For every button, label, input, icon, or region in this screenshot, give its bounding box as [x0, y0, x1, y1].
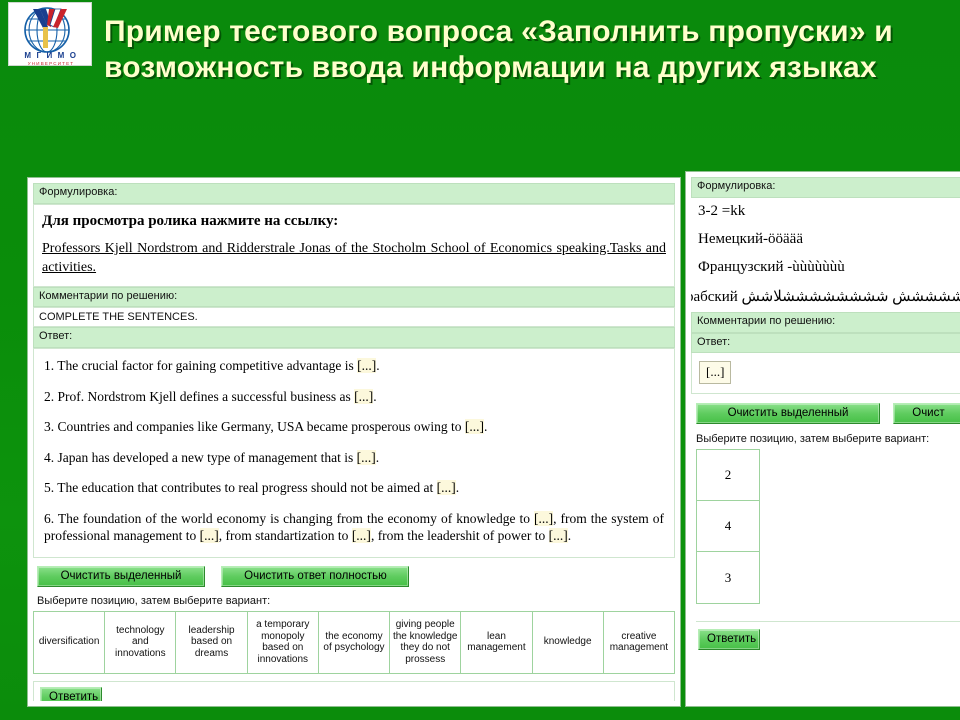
answer-line[interactable]: 2. Prof. Nordstrom Kjell defines a succe… — [44, 388, 664, 406]
answer-line[interactable]: 4. Japan has developed a new type of man… — [44, 449, 664, 467]
right-button-row: Очистить выделенный Очист — [691, 394, 960, 431]
answer-blank-chip[interactable]: [...] — [699, 361, 732, 385]
left-button-row: Очистить выделенный Очистить ответ полно… — [33, 558, 675, 593]
right-formula-body[interactable]: 3-2 =kk Немецкий-ööäää Французский -ùùùù… — [691, 198, 960, 312]
left-answer-label: Ответ: — [33, 327, 675, 349]
left-comments-value: COMPLETE THE SENTENCES. — [33, 307, 675, 328]
option-cell[interactable]: a temporary monopoly based on innovation… — [246, 610, 319, 674]
table-row: diversification technology and innovatio… — [33, 610, 675, 674]
options-table: diversification technology and innovatio… — [33, 610, 675, 674]
arabic-text: ششششش ششششششششلاشش — [741, 288, 960, 305]
right-formulation-label: Формулировка: — [691, 177, 960, 198]
option-cell[interactable]: knowledge — [531, 610, 604, 674]
answer-line[interactable]: 3. Countries and companies like Germany,… — [44, 418, 664, 436]
right-question-panel: Формулировка: 3-2 =kk Немецкий-ööäää Фра… — [685, 171, 960, 707]
submit-button[interactable]: Ответить — [40, 686, 102, 701]
clear-all-button[interactable]: Очист — [893, 403, 960, 425]
left-question-body: Для просмотра ролика нажмите на ссылку: … — [33, 203, 675, 287]
left-question-title: Для просмотра ролика нажмите на ссылку: — [42, 212, 339, 229]
right-answer-label: Ответ: — [691, 332, 960, 354]
left-choose-hint: Выберите позицию, затем выберите вариант… — [37, 594, 271, 607]
answer-line[interactable]: 6. The foundation of the world economy i… — [44, 510, 664, 545]
left-question-link[interactable]: Professors Kjell Nordstrom and Ridderstr… — [42, 240, 666, 278]
answer-line[interactable]: 5. The education that contributes to rea… — [44, 479, 664, 497]
option-cell[interactable]: giving people the knowledge they do not … — [389, 610, 462, 674]
formula-line: Французский -ùùùùùùù — [698, 258, 845, 275]
right-choose-hint: Выберите позицию, затем выберите вариант… — [696, 433, 930, 446]
left-question-panel: Формулировка: Для просмотра ролика нажми… — [27, 177, 681, 707]
formula-line: 3-2 =kk — [698, 202, 746, 219]
left-formulation-label: Формулировка: — [33, 183, 675, 204]
clear-selected-button[interactable]: Очистить выделенный — [37, 565, 205, 587]
positions-list: 2 4 3 — [696, 449, 760, 605]
position-cell[interactable]: 2 — [697, 450, 759, 502]
left-submit-row: Ответить — [33, 680, 675, 701]
option-cell[interactable]: diversification — [33, 610, 106, 674]
option-cell[interactable]: creative management — [602, 610, 675, 674]
position-cell[interactable]: 4 — [697, 501, 759, 553]
svg-text:УНИВЕРСИТЕТ: УНИВЕРСИТЕТ — [28, 61, 74, 66]
submit-button[interactable]: Ответить — [698, 629, 760, 651]
formula-line-arabic: ششششش ششششششششلاشش Арабский — [691, 287, 960, 306]
right-answer-area[interactable]: [...] — [691, 353, 960, 395]
arabic-label: Арабский — [691, 288, 738, 305]
option-cell[interactable]: technology and innovations — [104, 610, 177, 674]
clear-all-button[interactable]: Очистить ответ полностью — [221, 565, 410, 587]
slide-title: Пример тестового вопроса «Заполнить проп… — [104, 15, 893, 84]
option-cell[interactable]: leadership based on dreams — [175, 610, 248, 674]
mgimo-logo-icon: М Г И М О УНИВЕРСИТЕТ — [9, 3, 91, 66]
clear-selected-button[interactable]: Очистить выделенный — [696, 403, 880, 425]
position-cell[interactable]: 3 — [697, 552, 759, 603]
right-comments-label: Комментарии по решению: — [691, 311, 960, 333]
left-answer-area[interactable]: 1. The crucial factor for gaining compet… — [33, 348, 675, 558]
option-cell[interactable]: the economy of psychology — [317, 610, 391, 674]
answer-line[interactable]: 1. The crucial factor for gaining compet… — [44, 357, 664, 375]
svg-text:М Г И М О: М Г И М О — [24, 51, 77, 60]
right-submit-row: Ответить — [696, 621, 960, 651]
left-comments-label: Комментарии по решению: — [33, 286, 675, 308]
positions-wrapper: 2 4 3 — [691, 449, 960, 605]
formula-line: Немецкий-ööäää — [698, 230, 803, 247]
mgimo-logo: М Г И М О УНИВЕРСИТЕТ — [8, 2, 92, 66]
option-cell[interactable]: lean management — [460, 610, 533, 674]
